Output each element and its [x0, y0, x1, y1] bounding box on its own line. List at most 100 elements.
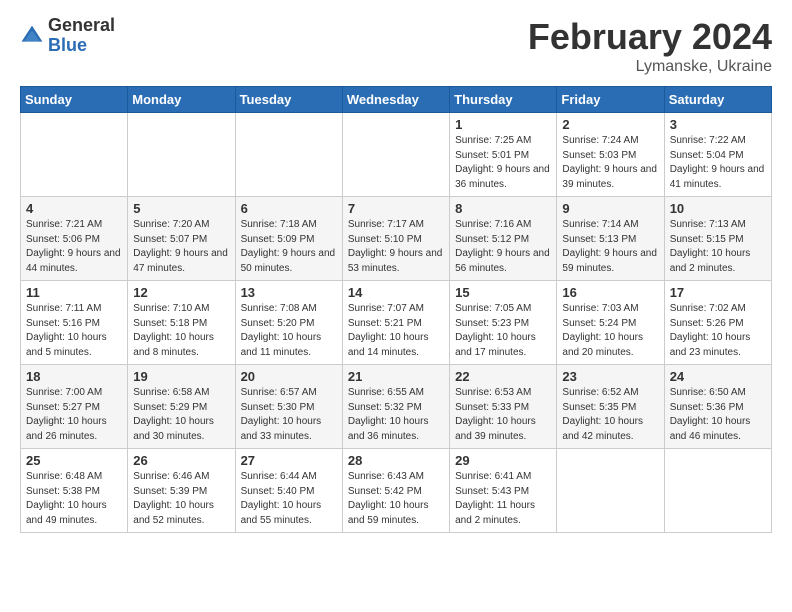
day-number: 18 — [26, 369, 122, 384]
day-number: 15 — [455, 285, 551, 300]
logo: General Blue — [20, 16, 115, 56]
weekday-header: Thursday — [450, 87, 557, 113]
page: General Blue February 2024 Lymanske, Ukr… — [0, 0, 792, 543]
calendar-cell: 20 Sunrise: 6:57 AM Sunset: 5:30 PM Dayli… — [235, 365, 342, 449]
day-info: Sunrise: 7:10 AM Sunset: 5:18 PM Dayligh… — [133, 302, 229, 360]
calendar-week-row: 18 Sunrise: 7:00 AM Sunset: 5:27 PM Dayli… — [21, 365, 772, 449]
weekday-header: Monday — [128, 87, 235, 113]
day-number: 8 — [455, 201, 551, 216]
calendar-cell: 5 Sunrise: 7:20 AM Sunset: 5:07 PM Daylig… — [128, 197, 235, 281]
day-info: Sunrise: 7:03 AM Sunset: 5:24 PM Dayligh… — [562, 302, 658, 360]
day-info: Sunrise: 6:44 AM Sunset: 5:40 PM Dayligh… — [241, 470, 337, 528]
calendar-cell: 16 Sunrise: 7:03 AM Sunset: 5:24 PM Dayli… — [557, 281, 664, 365]
day-info: Sunrise: 6:46 AM Sunset: 5:39 PM Dayligh… — [133, 470, 229, 528]
day-number: 7 — [348, 201, 444, 216]
day-info: Sunrise: 6:41 AM Sunset: 5:43 PM Dayligh… — [455, 470, 551, 528]
calendar-cell: 11Sunrise: 7:11 AM Sunset: 5:16 PM Dayli… — [21, 281, 128, 365]
calendar-cell: 1Sunrise: 7:25 AM Sunset: 5:01 PM Daylig… — [450, 113, 557, 197]
day-number: 17 — [670, 285, 766, 300]
calendar-cell: 3 Sunrise: 7:22 AM Sunset: 5:04 PM Daylig… — [664, 113, 771, 197]
calendar-cell: 10 Sunrise: 7:13 AM Sunset: 5:15 PM Dayli… — [664, 197, 771, 281]
day-info: Sunrise: 7:14 AM Sunset: 5:13 PM Dayligh… — [562, 218, 658, 276]
calendar-cell: 26 Sunrise: 6:46 AM Sunset: 5:39 PM Dayli… — [128, 449, 235, 533]
calendar-cell: 8 Sunrise: 7:16 AM Sunset: 5:12 PM Daylig… — [450, 197, 557, 281]
calendar-cell — [21, 113, 128, 197]
calendar-cell: 22 Sunrise: 6:53 AM Sunset: 5:33 PM Dayli… — [450, 365, 557, 449]
day-info: Sunrise: 7:07 AM Sunset: 5:21 PM Dayligh… — [348, 302, 444, 360]
day-info: Sunrise: 6:43 AM Sunset: 5:42 PM Dayligh… — [348, 470, 444, 528]
day-number: 20 — [241, 369, 337, 384]
weekday-header: Tuesday — [235, 87, 342, 113]
calendar-week-row: 11Sunrise: 7:11 AM Sunset: 5:16 PM Dayli… — [21, 281, 772, 365]
day-number: 28 — [348, 453, 444, 468]
day-number: 21 — [348, 369, 444, 384]
day-info: Sunrise: 6:50 AM Sunset: 5:36 PM Dayligh… — [670, 386, 766, 444]
calendar-cell — [342, 113, 449, 197]
calendar-cell: 12 Sunrise: 7:10 AM Sunset: 5:18 PM Dayli… — [128, 281, 235, 365]
day-number: 5 — [133, 201, 229, 216]
header-area: General Blue February 2024 Lymanske, Ukr… — [20, 16, 772, 76]
day-info: Sunrise: 7:25 AM Sunset: 5:01 PM Dayligh… — [455, 134, 551, 192]
day-number: 19 — [133, 369, 229, 384]
calendar-cell — [557, 449, 664, 533]
calendar-cell: 14Sunrise: 7:07 AM Sunset: 5:21 PM Dayli… — [342, 281, 449, 365]
calendar-cell: 24 Sunrise: 6:50 AM Sunset: 5:36 PM Dayli… — [664, 365, 771, 449]
day-info: Sunrise: 6:58 AM Sunset: 5:29 PM Dayligh… — [133, 386, 229, 444]
location-title: Lymanske, Ukraine — [528, 58, 772, 76]
header-row: SundayMondayTuesdayWednesdayThursdayFrid… — [21, 87, 772, 113]
logo-text: General Blue — [48, 16, 115, 56]
day-number: 24 — [670, 369, 766, 384]
calendar-cell: 6 Sunrise: 7:18 AM Sunset: 5:09 PM Daylig… — [235, 197, 342, 281]
day-info: Sunrise: 7:18 AM Sunset: 5:09 PM Dayligh… — [241, 218, 337, 276]
day-info: Sunrise: 6:48 AM Sunset: 5:38 PM Dayligh… — [26, 470, 122, 528]
day-info: Sunrise: 6:55 AM Sunset: 5:32 PM Dayligh… — [348, 386, 444, 444]
day-number: 3 — [670, 117, 766, 132]
title-area: February 2024 Lymanske, Ukraine — [528, 16, 772, 76]
day-number: 12 — [133, 285, 229, 300]
logo-general: General — [48, 16, 115, 36]
calendar-week-row: 25Sunrise: 6:48 AM Sunset: 5:38 PM Dayli… — [21, 449, 772, 533]
day-info: Sunrise: 7:08 AM Sunset: 5:20 PM Dayligh… — [241, 302, 337, 360]
day-info: Sunrise: 7:05 AM Sunset: 5:23 PM Dayligh… — [455, 302, 551, 360]
day-info: Sunrise: 7:21 AM Sunset: 5:06 PM Dayligh… — [26, 218, 122, 276]
day-number: 6 — [241, 201, 337, 216]
day-info: Sunrise: 6:53 AM Sunset: 5:33 PM Dayligh… — [455, 386, 551, 444]
calendar-cell: 17Sunrise: 7:02 AM Sunset: 5:26 PM Dayli… — [664, 281, 771, 365]
calendar-cell: 23 Sunrise: 6:52 AM Sunset: 5:35 PM Dayli… — [557, 365, 664, 449]
day-info: Sunrise: 6:52 AM Sunset: 5:35 PM Dayligh… — [562, 386, 658, 444]
weekday-header: Wednesday — [342, 87, 449, 113]
calendar-week-row: 4Sunrise: 7:21 AM Sunset: 5:06 PM Daylig… — [21, 197, 772, 281]
day-number: 26 — [133, 453, 229, 468]
day-number: 29 — [455, 453, 551, 468]
calendar-cell: 4Sunrise: 7:21 AM Sunset: 5:06 PM Daylig… — [21, 197, 128, 281]
day-number: 23 — [562, 369, 658, 384]
calendar-cell — [128, 113, 235, 197]
calendar-cell: 13 Sunrise: 7:08 AM Sunset: 5:20 PM Dayli… — [235, 281, 342, 365]
calendar-cell: 21 Sunrise: 6:55 AM Sunset: 5:32 PM Dayli… — [342, 365, 449, 449]
calendar-cell — [664, 449, 771, 533]
day-number: 16 — [562, 285, 658, 300]
calendar-table: SundayMondayTuesdayWednesdayThursdayFrid… — [20, 86, 772, 533]
calendar-week-row: 1Sunrise: 7:25 AM Sunset: 5:01 PM Daylig… — [21, 113, 772, 197]
calendar-cell: 28 Sunrise: 6:43 AM Sunset: 5:42 PM Dayli… — [342, 449, 449, 533]
day-info: Sunrise: 7:22 AM Sunset: 5:04 PM Dayligh… — [670, 134, 766, 192]
day-number: 27 — [241, 453, 337, 468]
day-info: Sunrise: 6:57 AM Sunset: 5:30 PM Dayligh… — [241, 386, 337, 444]
day-number: 2 — [562, 117, 658, 132]
day-number: 13 — [241, 285, 337, 300]
weekday-header: Sunday — [21, 87, 128, 113]
calendar-cell: 7Sunrise: 7:17 AM Sunset: 5:10 PM Daylig… — [342, 197, 449, 281]
weekday-header: Saturday — [664, 87, 771, 113]
calendar-cell: 2Sunrise: 7:24 AM Sunset: 5:03 PM Daylig… — [557, 113, 664, 197]
day-info: Sunrise: 7:00 AM Sunset: 5:27 PM Dayligh… — [26, 386, 122, 444]
day-number: 22 — [455, 369, 551, 384]
calendar-cell: 15 Sunrise: 7:05 AM Sunset: 5:23 PM Dayli… — [450, 281, 557, 365]
day-number: 10 — [670, 201, 766, 216]
calendar-cell: 25Sunrise: 6:48 AM Sunset: 5:38 PM Dayli… — [21, 449, 128, 533]
month-title: February 2024 — [528, 16, 772, 58]
day-number: 11 — [26, 285, 122, 300]
day-info: Sunrise: 7:16 AM Sunset: 5:12 PM Dayligh… — [455, 218, 551, 276]
day-info: Sunrise: 7:20 AM Sunset: 5:07 PM Dayligh… — [133, 218, 229, 276]
day-info: Sunrise: 7:13 AM Sunset: 5:15 PM Dayligh… — [670, 218, 766, 276]
calendar-cell — [235, 113, 342, 197]
